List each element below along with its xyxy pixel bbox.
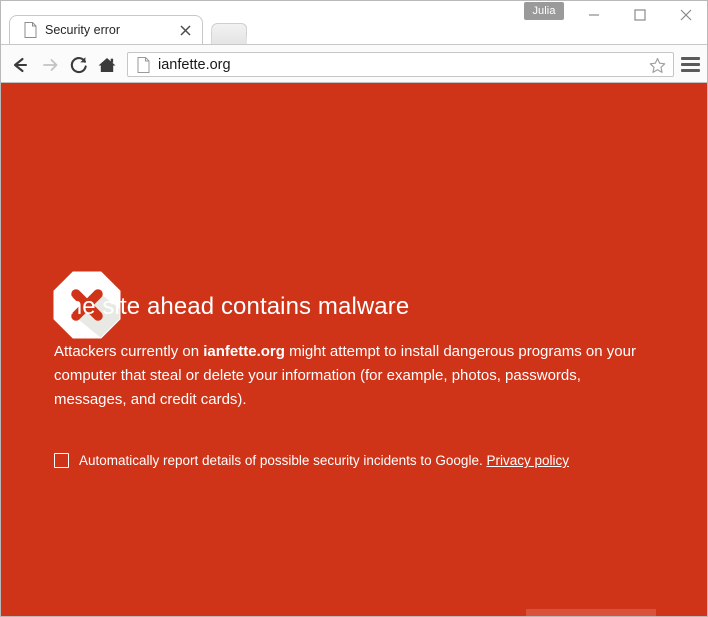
back-to-safety-button[interactable]: Back to safety xyxy=(526,609,656,616)
warning-body-text: Attackers currently on ianfette.org migh… xyxy=(54,340,656,412)
report-details-label: Automatically report details of possible… xyxy=(79,451,569,471)
malware-interstitial-page: The site ahead contains malware Attacker… xyxy=(1,83,707,616)
tab-close-icon[interactable] xyxy=(178,23,193,38)
page-title: The site ahead contains malware xyxy=(54,293,410,320)
hamburger-menu-button[interactable] xyxy=(681,56,701,73)
back-button[interactable] xyxy=(6,51,34,79)
tab-title: Security error xyxy=(45,23,121,37)
reload-icon xyxy=(70,57,87,74)
reload-button[interactable] xyxy=(65,51,93,79)
tab-security-error[interactable]: Security error xyxy=(9,15,203,44)
report-details-text: Automatically report details of possible… xyxy=(79,453,487,468)
page-icon xyxy=(24,22,37,38)
home-icon xyxy=(98,58,116,72)
report-details-row: Automatically report details of possible… xyxy=(54,451,654,471)
home-button[interactable] xyxy=(93,51,121,79)
menu-bar xyxy=(681,63,700,66)
page-icon xyxy=(137,57,150,73)
new-tab-button[interactable] xyxy=(210,23,248,44)
privacy-policy-link[interactable]: Privacy policy xyxy=(486,453,569,468)
menu-bar xyxy=(681,69,700,72)
forward-arrow-icon xyxy=(43,59,58,71)
body-text-before: Attackers currently on xyxy=(54,343,204,360)
back-arrow-icon xyxy=(13,57,28,73)
body-text-site: ianfette.org xyxy=(203,343,285,360)
forward-button xyxy=(36,51,64,79)
browser-window: Julia Security error ianfette.org The si… xyxy=(0,0,708,617)
menu-bar xyxy=(681,57,700,60)
omnibox-url-text[interactable]: ianfette.org xyxy=(158,55,231,76)
tab-strip: Security error xyxy=(1,15,707,44)
omnibox[interactable]: ianfette.org xyxy=(127,52,674,77)
report-details-checkbox[interactable] xyxy=(54,453,69,468)
star-icon[interactable] xyxy=(648,56,667,75)
browser-toolbar: ianfette.org xyxy=(1,44,707,83)
